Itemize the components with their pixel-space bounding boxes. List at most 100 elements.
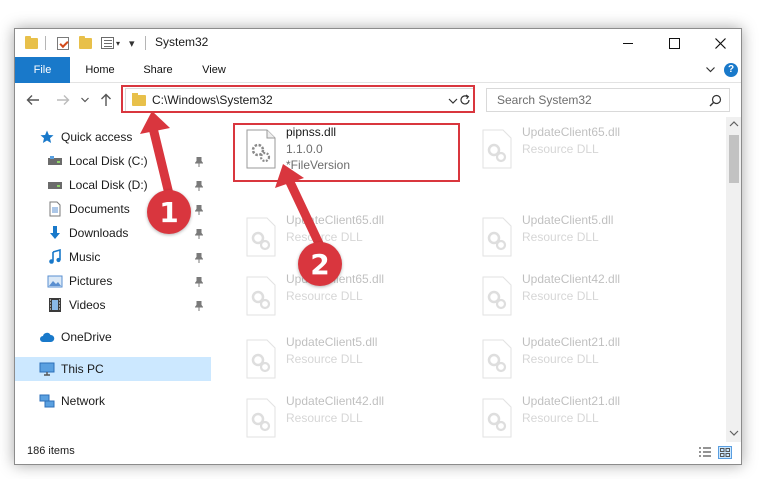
drive-icon [48,182,62,189]
pin-icon[interactable] [195,205,203,215]
close-icon [714,37,726,49]
forward-button[interactable] [55,92,71,108]
file-name: UpdateClient42.dll [522,272,621,286]
file-item[interactable]: UpdateClient42.dll Resource DLL [476,272,706,328]
sidebar-item-label: Music [69,250,101,264]
tab-view[interactable]: View [191,57,237,83]
file-description: Resource DLL [286,411,363,425]
search-input[interactable]: Search System32 [497,93,592,107]
file-item[interactable]: UpdateClient65.dll Resource DLL [240,213,470,269]
customize-toolbar-icon[interactable]: ▾ [129,35,135,51]
cloud-icon [40,332,55,342]
up-button[interactable] [98,92,114,108]
sidebar-item-label: This PC [61,362,104,376]
file-description: Resource DLL [522,142,599,156]
status-bar: 186 items [15,442,741,464]
expand-ribbon-chevron-icon[interactable] [705,64,716,75]
close-button[interactable] [697,29,741,57]
quick-access-caret-icon[interactable]: ▾ [116,35,120,51]
minimize-button[interactable] [605,29,651,57]
sidebar-item-label: Quick access [61,130,133,144]
vertical-scrollbar[interactable] [726,117,741,442]
dll-file-icon [482,339,512,379]
sidebar-item-label: Documents [69,202,130,216]
file-name: pipnss.dll [286,125,337,139]
dll-file-icon [246,129,276,169]
quick-access-folder-icon[interactable] [25,35,38,51]
pin-icon[interactable] [195,181,203,191]
tab-home[interactable]: Home [75,57,125,83]
details-view-icon[interactable] [698,446,712,459]
search-box[interactable]: Search System32 [486,88,730,112]
title-separator [145,35,146,51]
file-description: Resource DLL [522,230,599,244]
file-item[interactable]: UpdateClient65.dll Resource DLL [476,125,706,181]
file-name: UpdateClient21.dll [522,335,621,349]
scroll-down-icon[interactable] [729,429,739,437]
sidebar-item-label: Local Disk (C:) [69,154,148,168]
document-icon [49,201,61,217]
sidebar-item-quick-access[interactable]: Quick access [15,125,211,149]
sidebar-item-label: Pictures [69,274,113,288]
quick-access-properties-icon[interactable] [57,35,69,51]
file-item-pipnss[interactable]: pipnss.dll 1.1.0.0 *FileVersion [240,125,470,181]
maximize-button[interactable] [651,29,697,57]
sidebar-item-this-pc[interactable]: This PC [15,357,211,381]
file-name: UpdateClient65.dll [522,125,621,139]
tab-file[interactable]: File [15,57,70,83]
file-description: Resource DLL [286,352,363,366]
computer-icon [39,362,55,376]
large-icons-view-icon[interactable] [718,446,732,459]
file-item[interactable]: UpdateClient21.dll Resource DLL [476,394,706,442]
address-bar[interactable]: C:\Windows\System32 [125,88,475,112]
back-arrow-icon [26,95,39,105]
file-description: Resource DLL [522,352,599,366]
refresh-icon [459,94,470,105]
file-item[interactable]: UpdateClient65.dll Resource DLL [240,272,470,328]
item-count: 186 items [27,445,75,457]
sidebar-item-videos[interactable]: Videos [15,293,211,317]
quick-access-view-icon[interactable] [101,35,114,51]
file-name: UpdateClient5.dll [522,213,614,227]
sidebar-item-onedrive[interactable]: OneDrive [15,325,211,349]
file-description: Resource DLL [522,411,599,425]
explorer-window: ▾ ▾ System32 File Home Share View ? C:\W… [14,28,742,465]
file-item[interactable]: UpdateClient42.dll Resource DLL [240,394,470,442]
pin-icon[interactable] [195,253,203,263]
scrollbar-thumb[interactable] [729,135,739,183]
file-item[interactable]: UpdateClient5.dll Resource DLL [476,213,706,269]
file-item[interactable]: UpdateClient21.dll Resource DLL [476,335,706,391]
scroll-up-icon[interactable] [729,120,739,128]
dll-file-icon [246,276,276,316]
pin-icon[interactable] [195,229,203,239]
dll-file-icon [482,129,512,169]
sidebar-item-local-disk-c[interactable]: Local Disk (C:) [15,149,211,173]
dll-file-icon [246,217,276,257]
sidebar-item-pictures[interactable]: Pictures [15,269,211,293]
dll-file-icon [482,398,512,438]
sidebar-item-music[interactable]: Music [15,245,211,269]
sidebar-item-network[interactable]: Network [15,389,211,413]
pin-icon[interactable] [195,301,203,311]
pin-icon[interactable] [195,277,203,287]
step-callout-1: 1 [147,190,191,234]
dll-file-icon [246,398,276,438]
pin-icon[interactable] [195,157,203,167]
file-item[interactable]: UpdateClient5.dll Resource DLL [240,335,470,391]
help-icon[interactable]: ? [724,63,738,77]
tab-share[interactable]: Share [133,57,183,83]
network-icon [39,394,55,408]
quick-access-new-folder-icon[interactable] [79,35,92,51]
refresh-button[interactable] [455,88,475,112]
recent-locations-button[interactable] [77,92,93,108]
music-icon [49,249,61,264]
dll-file-icon [246,339,276,379]
folder-icon [132,93,146,106]
back-button[interactable] [25,92,41,108]
search-icon[interactable] [709,94,722,107]
file-name: UpdateClient42.dll [286,394,385,408]
sidebar-item-label: Local Disk (D:) [69,178,148,192]
drive-icon [48,156,62,165]
file-description: *FileVersion [286,158,351,172]
address-path[interactable]: C:\Windows\System32 [152,93,273,107]
